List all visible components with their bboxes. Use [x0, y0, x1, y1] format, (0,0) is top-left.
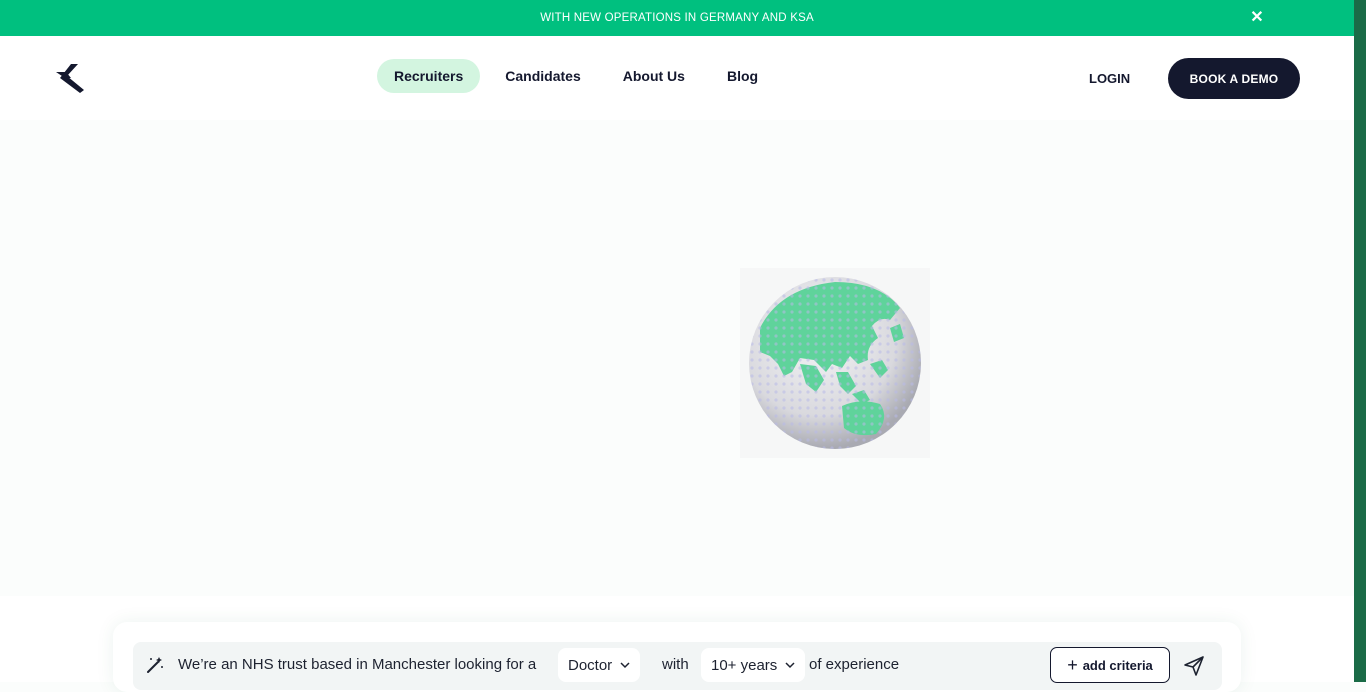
main-nav: Recruiters Candidates About Us Blog: [377, 59, 775, 93]
book-demo-button[interactable]: BOOK A DEMO: [1168, 58, 1300, 99]
experience-select-value: 10+ years: [711, 656, 778, 674]
send-icon[interactable]: [1183, 655, 1205, 677]
role-select-value: Doctor: [568, 656, 613, 674]
site-header: Recruiters Candidates About Us Blog LOGI…: [0, 36, 1354, 120]
plus-icon: +: [1067, 655, 1078, 675]
search-middle-text: with: [662, 656, 689, 673]
nav-blog[interactable]: Blog: [710, 59, 775, 93]
nav-about-us[interactable]: About Us: [606, 59, 702, 93]
add-criteria-label: add criteria: [1082, 657, 1153, 673]
nav-candidates[interactable]: Candidates: [488, 59, 597, 93]
hero-section: [0, 120, 1354, 596]
announcement-text: WITH NEW OPERATIONS IN GERMANY AND KSA: [540, 12, 814, 24]
nav-recruiters[interactable]: Recruiters: [377, 59, 481, 93]
search-suffix-text: of experience: [809, 656, 900, 673]
chevron-down-icon: [785, 662, 795, 669]
add-criteria-button[interactable]: + add criteria: [1050, 647, 1170, 683]
brand-logo-icon[interactable]: [54, 62, 88, 94]
search-prefix-text: We’re an NHS trust based in Manchester l…: [178, 656, 537, 673]
chevron-down-icon: [620, 662, 630, 669]
experience-select[interactable]: 10+ years: [701, 648, 806, 682]
login-link[interactable]: LOGIN: [1089, 71, 1130, 86]
globe-icon: [740, 268, 930, 458]
page-scrollbar[interactable]: [1354, 0, 1366, 682]
close-icon[interactable]: ✕: [1248, 9, 1266, 27]
role-select[interactable]: Doctor: [558, 648, 641, 682]
magic-wand-icon: [147, 657, 163, 673]
announcement-bar: WITH NEW OPERATIONS IN GERMANY AND KSA ✕: [0, 0, 1354, 36]
